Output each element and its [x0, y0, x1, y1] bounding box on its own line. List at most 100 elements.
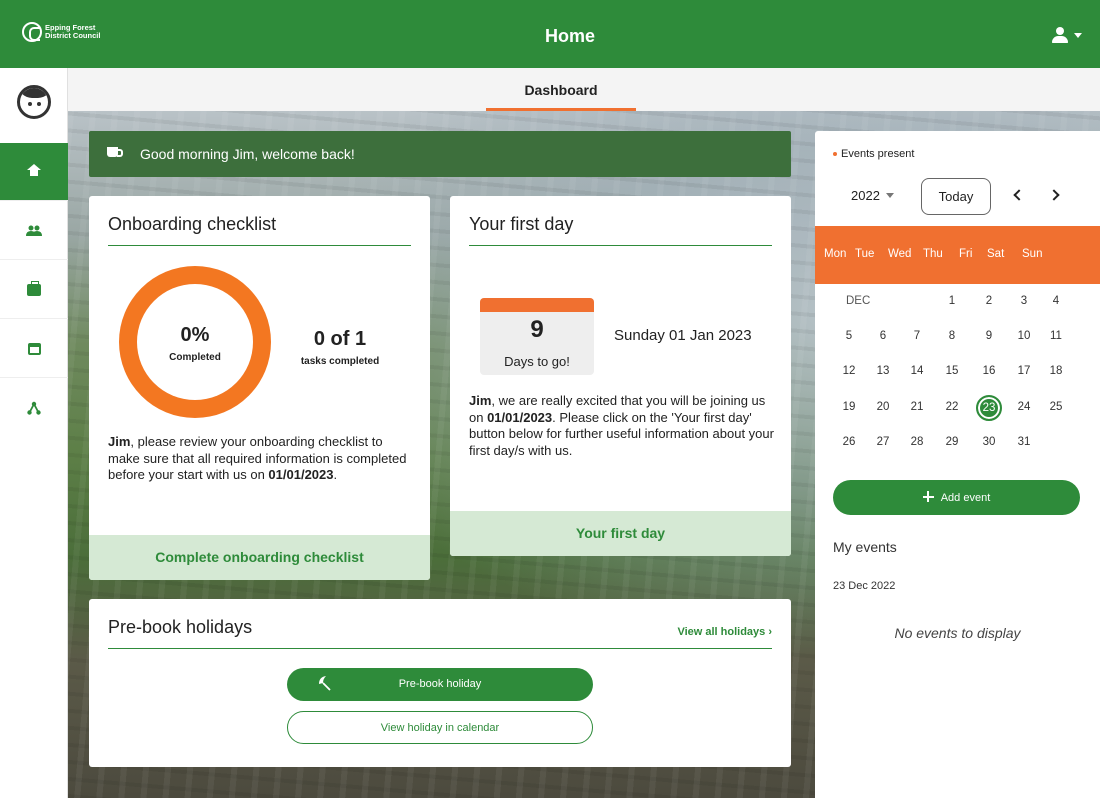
- add-event-button[interactable]: Add event: [833, 480, 1080, 515]
- prebook-label: Pre-book holiday: [398, 678, 482, 690]
- calendar-day[interactable]: 31: [1011, 436, 1037, 448]
- weekday-header: Mon Tue Wed Thu Fri Sat Sun: [815, 226, 1100, 284]
- start-date: Sunday 01 Jan 2023: [614, 327, 752, 344]
- my-events-title: My events: [833, 539, 897, 555]
- calendar-day[interactable]: 7: [904, 330, 930, 342]
- avatar[interactable]: [17, 85, 51, 119]
- calendar-day[interactable]: 11: [1043, 330, 1069, 342]
- welcome-banner: Good morning Jim, welcome back!: [89, 131, 791, 177]
- calendar-day[interactable]: 20: [870, 401, 896, 413]
- no-events-message: No events to display: [894, 625, 1021, 641]
- welcome-text: Good morning Jim, welcome back!: [140, 146, 355, 162]
- desc-date: 01/01/2023: [268, 467, 334, 482]
- first-day-title: Your first day: [469, 214, 574, 234]
- calendar-day[interactable]: 16: [976, 365, 1002, 377]
- calendar-day[interactable]: 27: [870, 436, 896, 448]
- sidebar-item-home[interactable]: [0, 143, 68, 201]
- calendar-day[interactable]: 26: [836, 436, 862, 448]
- avatar-eye-right: [37, 102, 41, 106]
- calendar-day[interactable]: 19: [836, 401, 862, 413]
- divider: [469, 245, 772, 246]
- people-icon: [26, 225, 42, 236]
- weekday-label: Sun: [1022, 248, 1043, 260]
- calendar-day[interactable]: 18: [1043, 365, 1069, 377]
- days-countdown-tile: 9 Days to go!: [480, 298, 594, 375]
- first-day-description: Jim, we are really excited that you will…: [469, 393, 774, 459]
- view-holiday-calendar-button[interactable]: View holiday in calendar: [287, 711, 593, 744]
- calendar-day[interactable]: 22: [939, 401, 965, 413]
- calendar-day[interactable]: 1: [939, 295, 965, 307]
- days-label: Days to go!: [504, 354, 570, 369]
- previous-month-icon[interactable]: [1013, 189, 1025, 201]
- desc-name: Jim: [469, 393, 492, 408]
- calendar-day-selected[interactable]: 23: [976, 395, 1002, 421]
- view-all-holidays-link[interactable]: View all holidays ›: [677, 626, 772, 638]
- divider: [108, 245, 411, 246]
- year-value: 2022: [851, 188, 880, 203]
- desc-date: 01/01/2023: [487, 409, 553, 425]
- tasks-label: tasks completed: [300, 356, 380, 367]
- your-first-day-button[interactable]: Your first day: [450, 511, 791, 556]
- calendar-day[interactable]: 10: [1011, 330, 1037, 342]
- sidebar-item-team[interactable]: [0, 202, 68, 260]
- holidays-title: Pre-book holidays: [108, 617, 253, 637]
- calendar-day[interactable]: 29: [939, 436, 965, 448]
- desc-end: .: [333, 467, 338, 482]
- sidebar-item-calendar[interactable]: [0, 320, 68, 378]
- add-event-label: Add event: [940, 492, 991, 504]
- umbrella-icon: [319, 676, 331, 691]
- progress-percent: 0%: [180, 324, 210, 346]
- page-title: Home: [544, 26, 595, 46]
- tab-dashboard[interactable]: Dashboard: [486, 68, 636, 111]
- tab-strip: Dashboard: [68, 68, 1100, 111]
- first-day-card: Your first day 9 Days to go! Sunday 01 J…: [450, 196, 791, 556]
- prebook-holiday-button[interactable]: Pre-book holiday: [287, 668, 593, 701]
- calendar-day[interactable]: 12: [836, 365, 862, 377]
- calendar-day[interactable]: 13: [870, 365, 896, 377]
- days-count: 9: [530, 316, 544, 343]
- calendar-day[interactable]: 9: [976, 330, 1002, 342]
- calendar-day[interactable]: 6: [870, 330, 896, 342]
- calendar-day[interactable]: 3: [1011, 295, 1037, 307]
- avatar-eye-left: [28, 102, 32, 106]
- calendar-day[interactable]: 30: [976, 436, 1002, 448]
- month-label: DEC: [846, 295, 871, 307]
- year-select[interactable]: 2022: [851, 188, 894, 203]
- sidebar-item-work[interactable]: [0, 261, 68, 319]
- user-menu-button[interactable]: [1052, 27, 1082, 43]
- calendar-day[interactable]: 4: [1043, 295, 1069, 307]
- calendar-day[interactable]: 2: [976, 295, 1002, 307]
- calendar-day[interactable]: 21: [904, 401, 930, 413]
- calendar-day[interactable]: 14: [904, 365, 930, 377]
- org-chart-icon: [27, 401, 41, 415]
- calendar-day[interactable]: 24: [1011, 401, 1037, 413]
- next-month-icon[interactable]: [1048, 189, 1060, 201]
- calendar-icon: [27, 342, 41, 355]
- home-icon: [27, 163, 41, 178]
- user-icon: [1052, 27, 1068, 43]
- complete-checklist-button[interactable]: Complete onboarding checklist: [89, 535, 430, 580]
- calendar-day[interactable]: 8: [939, 330, 965, 342]
- calendar-day[interactable]: 25: [1043, 401, 1069, 413]
- weekday-label: Thu: [923, 248, 943, 260]
- weekday-label: Mon: [824, 248, 847, 260]
- calendar-day[interactable]: 15: [939, 365, 965, 377]
- sidebar-item-structure[interactable]: [0, 379, 68, 437]
- today-button[interactable]: Today: [921, 178, 991, 215]
- onboarding-card: Onboarding checklist 0% Completed 0 of 1…: [89, 196, 430, 580]
- calendar-day[interactable]: 5: [836, 330, 862, 342]
- chevron-down-icon: [885, 193, 894, 198]
- divider: [108, 648, 772, 649]
- legend-text: Events present: [841, 148, 915, 160]
- chevron-down-icon: [1074, 32, 1082, 38]
- tile-header: [480, 298, 594, 312]
- briefcase-icon: [27, 280, 41, 296]
- weekday-label: Sat: [987, 248, 1005, 260]
- onboarding-description: Jim, please review your onboarding check…: [108, 434, 408, 484]
- calendar-day[interactable]: 17: [1011, 365, 1037, 377]
- progress-label: Completed: [169, 352, 221, 363]
- weekday-label: Fri: [959, 248, 973, 260]
- calendar-day[interactable]: 28: [904, 436, 930, 448]
- tasks-count: 0 of 1: [313, 328, 367, 350]
- coffee-cup-icon: [107, 147, 123, 161]
